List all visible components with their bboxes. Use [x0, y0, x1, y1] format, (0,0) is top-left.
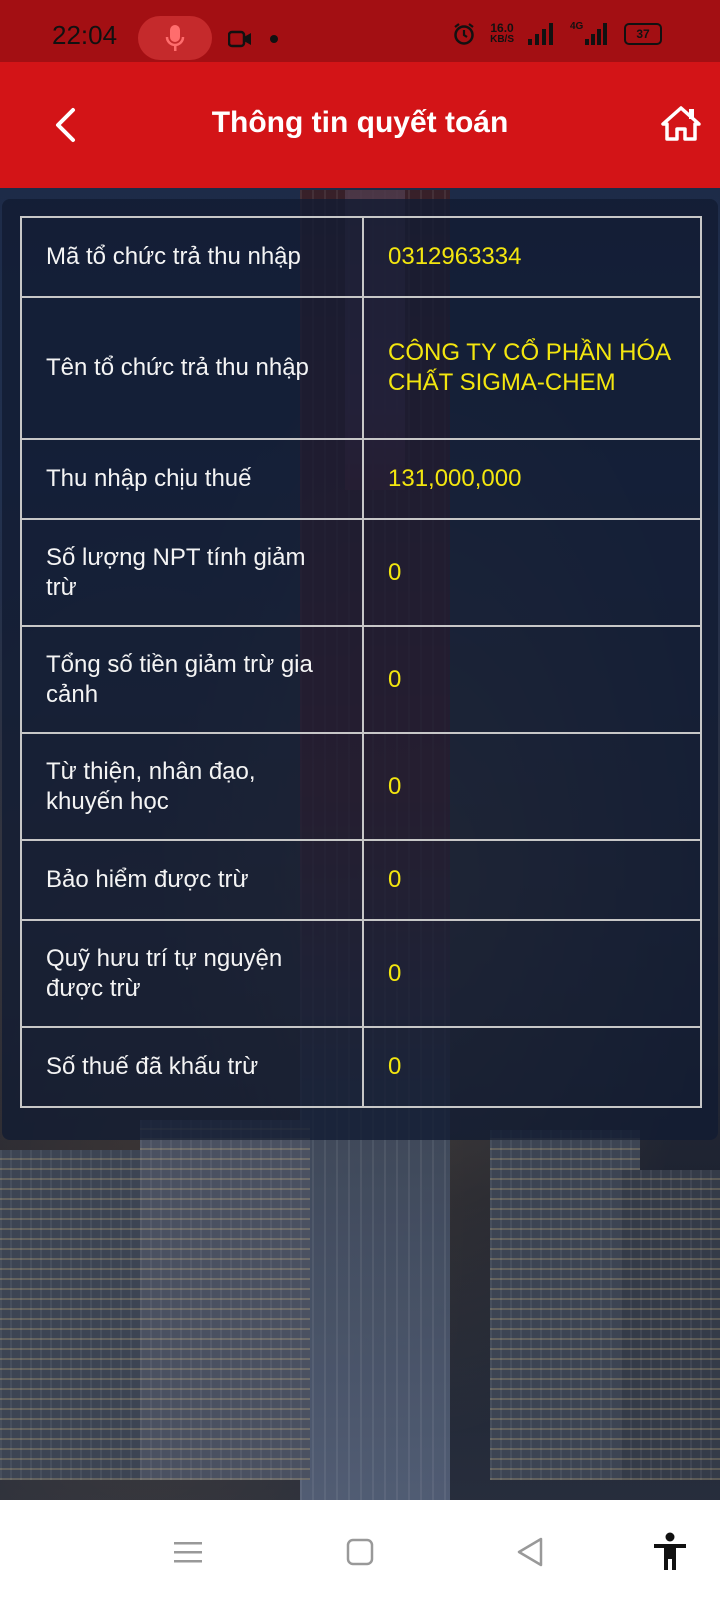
table-row: Thu nhập chịu thuế 131,000,000 [20, 438, 702, 520]
accessibility-button[interactable] [645, 1530, 695, 1574]
row-value: 0 [362, 518, 702, 627]
signal-4g-icon: 4G [570, 21, 610, 45]
row-value: 0 [362, 1026, 702, 1108]
net-speed-value: 16.0 [490, 21, 514, 35]
row-label: Quỹ hưu trí tự nguyện được trừ [20, 919, 364, 1028]
row-value: 0312963334 [362, 216, 702, 298]
table-row: Số thuế đã khấu trừ 0 [20, 1026, 702, 1108]
video-camera-icon [228, 30, 251, 48]
home-nav-button[interactable] [335, 1530, 385, 1574]
back-triangle-icon [517, 1537, 543, 1567]
status-bar: 22:04 16.0 KB/S 4G 37 [0, 0, 720, 62]
dot-icon [270, 35, 278, 43]
settlement-info-card: Mã tổ chức trả thu nhập 0312963334 Tên t… [2, 199, 718, 1140]
settlement-info-table: Mã tổ chức trả thu nhập 0312963334 Tên t… [20, 216, 702, 1108]
menu-icon [174, 1542, 202, 1563]
row-value: 131,000,000 [362, 438, 702, 520]
net-speed: 16.0 KB/S [490, 22, 514, 46]
row-label: Thu nhập chịu thuế [20, 438, 364, 520]
home-button[interactable] [656, 98, 706, 148]
background-building [140, 1120, 310, 1480]
network-type: 4G [570, 21, 584, 32]
recent-apps-button[interactable] [163, 1530, 213, 1574]
table-row: Số lượng NPT tính giảm trừ 0 [20, 518, 702, 627]
row-label: Từ thiện, nhân đạo, khuyến học [20, 732, 364, 841]
signal-icon [528, 23, 553, 45]
row-label: Tên tổ chức trả thu nhập [20, 296, 364, 440]
alarm-icon [454, 23, 474, 45]
row-value: 0 [362, 625, 702, 734]
mic-icon [165, 25, 185, 51]
table-row: Quỹ hưu trí tự nguyện được trừ 0 [20, 919, 702, 1028]
mic-indicator[interactable] [138, 16, 212, 60]
system-nav-bar [0, 1500, 720, 1600]
table-row: Bảo hiểm được trừ 0 [20, 839, 702, 921]
status-icons: 16.0 KB/S 4G 37 [452, 21, 662, 46]
row-value: 0 [362, 839, 702, 921]
row-value: CÔNG TY CỔ PHẦN HÓA CHẤT SIGMA-CHEM [362, 296, 702, 440]
page-title: Thông tin quyết toán [211, 106, 509, 139]
row-label: Mã tổ chức trả thu nhập [20, 216, 364, 298]
table-row: Tên tổ chức trả thu nhập CÔNG TY CỔ PHẦN… [20, 296, 702, 440]
net-speed-unit: KB/S [490, 34, 514, 45]
table-row: Mã tổ chức trả thu nhập 0312963334 [20, 216, 702, 298]
battery-icon: 37 [624, 23, 662, 45]
row-value: 0 [362, 732, 702, 841]
row-label: Số thuế đã khấu trừ [20, 1026, 364, 1108]
row-label: Số lượng NPT tính giảm trừ [20, 518, 364, 627]
back-nav-button[interactable] [505, 1530, 555, 1574]
background-building [490, 1130, 640, 1480]
table-row: Tổng số tiền giảm trừ gia cảnh 0 [20, 625, 702, 734]
row-label: Tổng số tiền giảm trừ gia cảnh [20, 625, 364, 734]
home-icon [661, 106, 701, 141]
background-building [620, 1170, 720, 1480]
table-row: Từ thiện, nhân đạo, khuyến học 0 [20, 732, 702, 841]
app-header: Thông tin quyết toán [0, 62, 720, 188]
row-label: Bảo hiểm được trừ [20, 839, 364, 921]
row-value: 0 [362, 919, 702, 1028]
battery-level: 37 [636, 27, 650, 41]
square-home-icon [346, 1538, 374, 1566]
accessibility-icon [654, 1532, 686, 1570]
status-time: 22:04 [52, 20, 118, 50]
